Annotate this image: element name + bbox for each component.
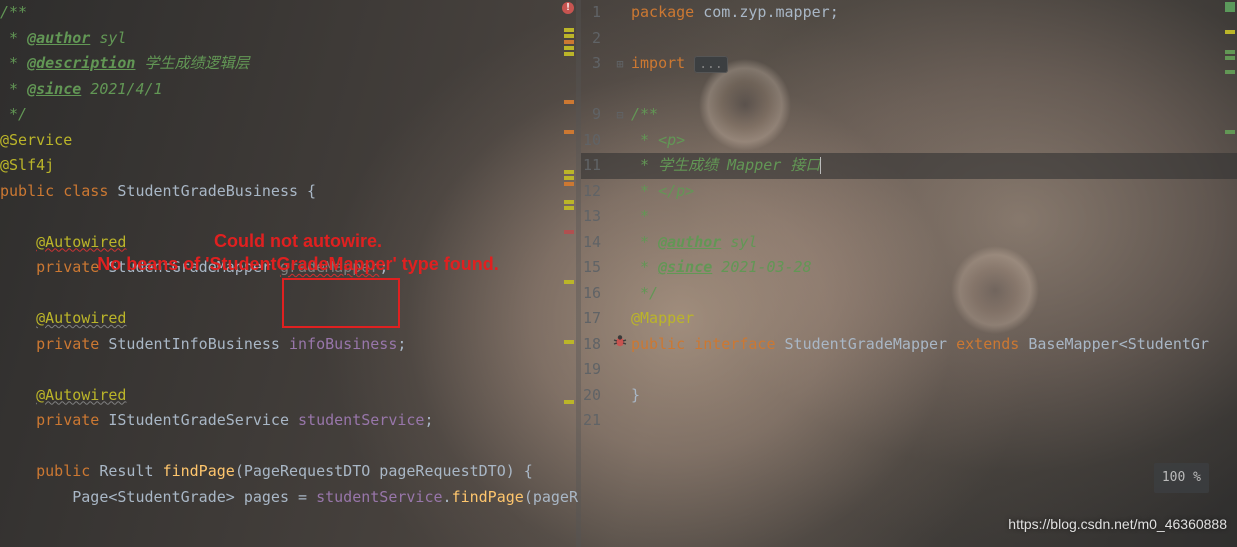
gutter-fold[interactable]: ⊞	[609, 54, 631, 74]
line-number: 16	[581, 281, 609, 307]
code-line[interactable]: 17 @Mapper	[581, 306, 1237, 332]
code-line[interactable]: public Result findPage(PageRequestDTO pa…	[0, 459, 576, 485]
breakpoint-icon[interactable]	[609, 333, 631, 355]
code-content: private IStudentGradeService studentServ…	[0, 408, 434, 434]
line-number: 15	[581, 255, 609, 281]
code-content: * @since 2021-03-28	[631, 255, 812, 281]
code-content: *	[631, 204, 649, 230]
line-number: 21	[581, 408, 609, 434]
left-editor-pane[interactable]: /** * @author syl * @description 学生成绩逻辑层…	[0, 0, 576, 547]
code-content: public interface StudentGradeMapper exte…	[631, 332, 1209, 358]
line-number: 20	[581, 383, 609, 409]
code-content: @Autowired	[0, 383, 126, 409]
code-line[interactable]: 13 *	[581, 204, 1237, 230]
code-line[interactable]: private StudentInfoBusiness infoBusiness…	[0, 332, 576, 358]
code-line[interactable]: 11 * 学生成绩 Mapper 接口	[581, 153, 1237, 179]
code-content: Page<StudentGrade> pages = studentServic…	[0, 485, 578, 511]
code-content: /**	[631, 102, 658, 128]
code-content: @Slf4j	[0, 153, 54, 179]
line-number: 11	[581, 153, 609, 179]
code-line[interactable]	[0, 357, 576, 383]
code-line[interactable]: 21	[581, 408, 1237, 434]
code-content: }	[631, 383, 640, 409]
code-content: * @since 2021/4/1	[0, 77, 163, 103]
line-number: 10	[581, 128, 609, 154]
zoom-indicator[interactable]: 100 %	[1154, 463, 1209, 493]
code-line[interactable]: Page<StudentGrade> pages = studentServic…	[0, 485, 576, 511]
code-line[interactable]: 9⊟/**	[581, 102, 1237, 128]
line-number: 14	[581, 230, 609, 256]
line-number: 13	[581, 204, 609, 230]
line-number: 2	[581, 26, 609, 52]
right-error-stripe[interactable]	[1223, 0, 1237, 547]
code-content: private StudentGradeMapper gradeMapper;	[0, 255, 388, 281]
code-line[interactable]: @Service	[0, 128, 576, 154]
code-line[interactable]: 1 package com.zyp.mapper;	[581, 0, 1237, 26]
code-line[interactable]	[0, 434, 576, 460]
code-line[interactable]: * @since 2021/4/1	[0, 77, 576, 103]
code-line[interactable]	[0, 281, 576, 307]
code-line[interactable]: public class StudentGradeBusiness {	[0, 179, 576, 205]
code-content: private StudentInfoBusiness infoBusiness…	[0, 332, 406, 358]
code-content: /**	[0, 0, 27, 26]
code-content: * @author syl	[0, 26, 126, 52]
code-content: @Autowired	[0, 230, 126, 256]
line-number: 3	[581, 51, 609, 77]
code-line[interactable]: 16 */	[581, 281, 1237, 307]
code-content: */	[0, 102, 27, 128]
code-content: @Mapper	[631, 306, 694, 332]
right-editor-pane[interactable]: 1 package com.zyp.mapper; 23⊞import ... 9⊟/…	[581, 0, 1237, 547]
code-line[interactable]: 20}	[581, 383, 1237, 409]
code-line[interactable]	[581, 77, 1237, 103]
code-line[interactable]: @Autowired	[0, 306, 576, 332]
code-content: * 学生成绩 Mapper 接口	[631, 153, 821, 179]
line-number: 18	[581, 332, 609, 358]
text-caret	[820, 157, 821, 174]
code-line[interactable]: 18 public interface StudentGradeMapper ex…	[581, 332, 1237, 358]
code-line[interactable]: 15 * @since 2021-03-28	[581, 255, 1237, 281]
code-line[interactable]: * @author syl	[0, 26, 576, 52]
fold-placeholder[interactable]: ...	[694, 56, 727, 73]
code-line[interactable]: 2	[581, 26, 1237, 52]
code-content: @Service	[0, 128, 72, 154]
code-content: * @author syl	[631, 230, 757, 256]
code-line[interactable]: @Autowired	[0, 230, 576, 256]
code-line[interactable]: * @description 学生成绩逻辑层	[0, 51, 576, 77]
code-line[interactable]: private IStudentGradeService studentServ…	[0, 408, 576, 434]
code-line[interactable]: 19	[581, 357, 1237, 383]
code-content: * </p>	[631, 179, 694, 205]
code-line[interactable]: 3⊞import ...	[581, 51, 1237, 77]
code-line[interactable]: 12 * </p>	[581, 179, 1237, 205]
code-content: */	[631, 281, 658, 307]
code-line[interactable]: @Autowired	[0, 383, 576, 409]
code-line[interactable]: private StudentGradeMapper gradeMapper;	[0, 255, 576, 281]
gutter-fold[interactable]: ⊟	[609, 105, 631, 125]
code-content: public class StudentGradeBusiness {	[0, 179, 316, 205]
code-line[interactable]: */	[0, 102, 576, 128]
line-number: 12	[581, 179, 609, 205]
line-number: 17	[581, 306, 609, 332]
code-line[interactable]: @Slf4j	[0, 153, 576, 179]
code-content: * <p>	[631, 128, 685, 154]
code-line[interactable]	[0, 204, 576, 230]
code-content: @Autowired	[0, 306, 126, 332]
line-number: 1	[581, 0, 609, 26]
line-number: 9	[581, 102, 609, 128]
code-line[interactable]: 10 * <p>	[581, 128, 1237, 154]
code-content: public Result findPage(PageRequestDTO pa…	[0, 459, 533, 485]
code-line[interactable]: /**	[0, 0, 576, 26]
code-content: * @description 学生成绩逻辑层	[0, 51, 250, 77]
error-indicator-icon[interactable]: !	[562, 2, 574, 14]
code-line[interactable]: 14 * @author syl	[581, 230, 1237, 256]
line-number: 19	[581, 357, 609, 383]
left-error-stripe[interactable]: !	[562, 0, 576, 547]
code-content: import ...	[631, 51, 728, 77]
code-content: package com.zyp.mapper;	[631, 0, 839, 26]
